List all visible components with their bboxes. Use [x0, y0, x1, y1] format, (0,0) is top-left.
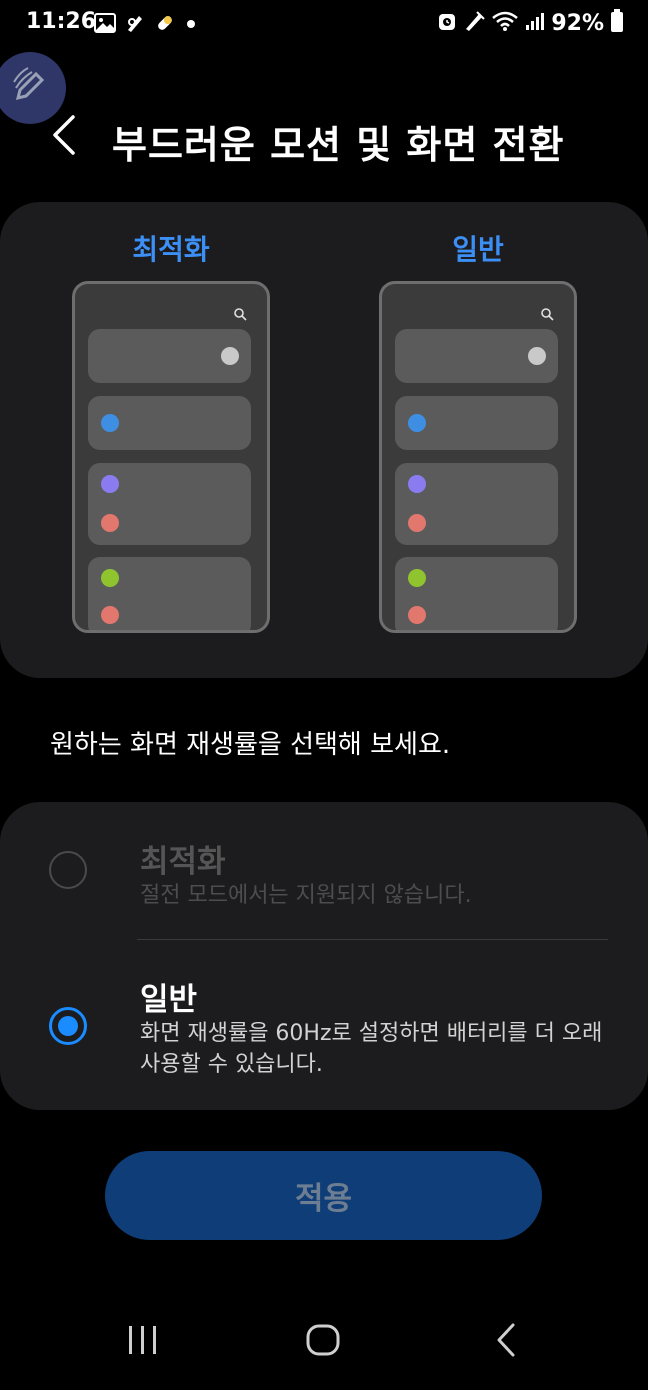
option-description: 절전 모드에서는 지원되지 않습니다. [140, 883, 472, 908]
phone-mockup [379, 281, 577, 633]
search-icon [540, 306, 554, 321]
battery-text: 92% [551, 10, 604, 36]
pill-icon [154, 12, 176, 38]
phone-list-card [88, 329, 251, 383]
pen-settings-icon [124, 12, 146, 38]
purple-dot [408, 475, 426, 493]
gallery-icon [94, 13, 116, 37]
wifi-icon [491, 10, 519, 36]
green-dot [408, 569, 426, 587]
home-button[interactable] [293, 1322, 353, 1362]
pen-icon [463, 10, 486, 36]
salmon-dot [101, 606, 119, 624]
refresh-rate-preview: 최적화 일반 [0, 202, 648, 678]
battery-icon [610, 9, 624, 37]
header: 부드러운 모션 및 화면 전환 [0, 100, 648, 180]
radio-button-standard[interactable] [49, 1007, 87, 1045]
signal-icon [525, 11, 545, 35]
navigation-bar [0, 1300, 648, 1390]
phone-list-card [88, 463, 251, 545]
recents-icon [126, 1324, 160, 1360]
chevron-left-icon [51, 114, 77, 160]
salmon-dot [408, 514, 426, 532]
status-right: 92% [437, 9, 624, 37]
refresh-rate-options: 최적화 절전 모드에서는 지원되지 않습니다. 일반 화면 재생률을 60Hz로… [0, 802, 648, 1110]
radio-button-optimized[interactable] [49, 851, 87, 889]
toggle-dot [528, 347, 546, 365]
option-title: 일반 [140, 982, 198, 1018]
alarm-icon [437, 10, 457, 36]
back-icon [494, 1322, 518, 1362]
phone-list-card [395, 557, 558, 630]
option-standard[interactable]: 일반 화면 재생률을 60Hz로 설정하면 배터리를 더 오래 사용할 수 있습… [0, 942, 648, 1110]
divider [137, 939, 608, 940]
phone-list-card [395, 396, 558, 450]
option-description: 화면 재생률을 60Hz로 설정하면 배터리를 더 오래 사용할 수 있습니다. [140, 1021, 603, 1077]
green-dot [101, 569, 119, 587]
phone-list-card [88, 396, 251, 450]
home-icon [305, 1323, 341, 1361]
status-bar: 11:26 92% [0, 0, 648, 48]
status-time: 11:26 [26, 9, 97, 34]
preview-standard: 일반 [379, 202, 577, 642]
apply-button[interactable]: 적용 [105, 1151, 542, 1240]
option-optimized[interactable]: 최적화 절전 모드에서는 지원되지 않습니다. [0, 802, 648, 938]
search-icon [233, 306, 247, 321]
phone-list-card [88, 557, 251, 630]
radio-selected-indicator [58, 1016, 78, 1036]
phone-list-card [395, 329, 558, 383]
preview-label-optimized: 최적화 [132, 233, 210, 266]
blue-dot [408, 414, 426, 432]
preview-label-standard: 일반 [452, 233, 504, 266]
instruction-text: 원하는 화면 재생률을 선택해 보세요. [50, 730, 451, 760]
back-button[interactable] [42, 112, 86, 162]
salmon-dot [408, 606, 426, 624]
preview-optimized: 최적화 [72, 202, 270, 642]
dot-icon [184, 16, 198, 35]
page-title: 부드러운 모션 및 화면 전환 [112, 123, 565, 167]
phone-mockup [72, 281, 270, 633]
blue-dot [101, 414, 119, 432]
status-left-icons [94, 12, 198, 38]
phone-list-card [395, 463, 558, 545]
toggle-dot [221, 347, 239, 365]
purple-dot [101, 475, 119, 493]
back-nav-button[interactable] [476, 1322, 536, 1362]
option-title: 최적화 [140, 844, 226, 880]
salmon-dot [101, 514, 119, 532]
recents-button[interactable] [113, 1322, 173, 1362]
